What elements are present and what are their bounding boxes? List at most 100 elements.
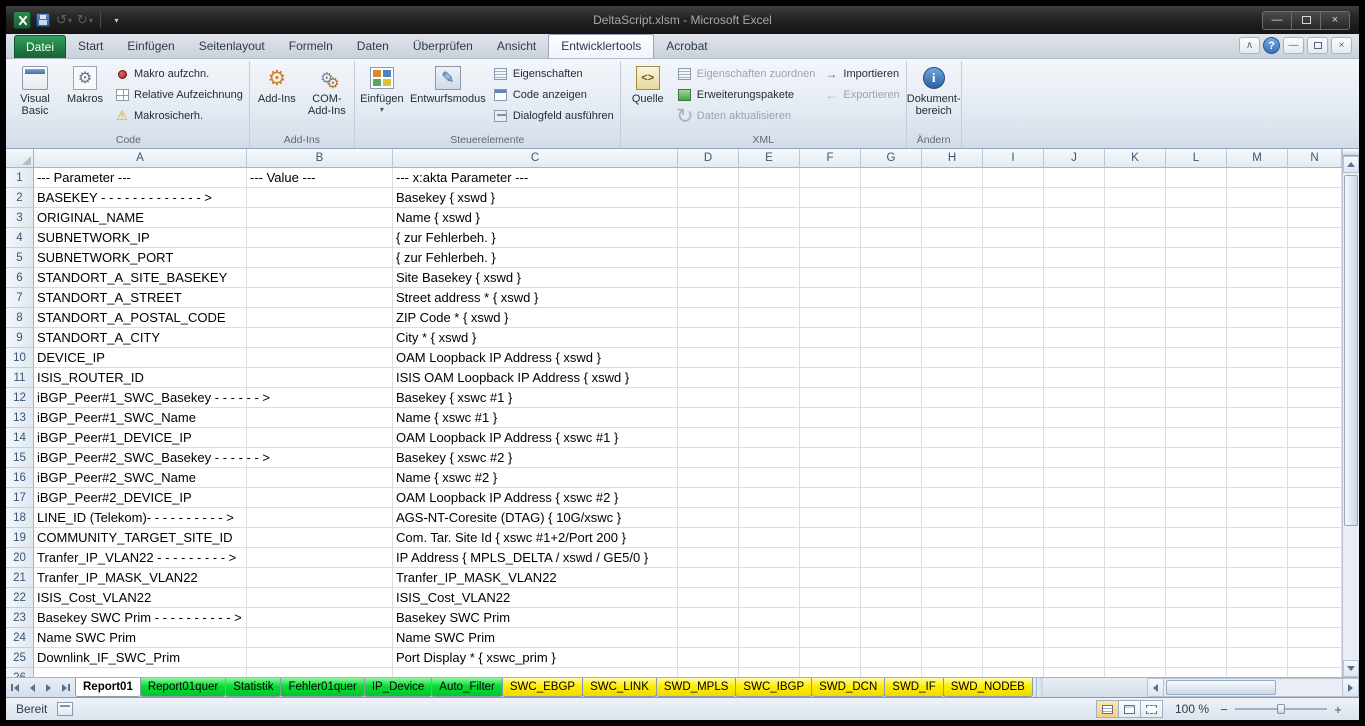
cell-H9[interactable] [922, 328, 983, 348]
cell-N14[interactable] [1288, 428, 1342, 448]
macro-record-indicator-icon[interactable] [57, 702, 73, 716]
cell-L1[interactable] [1166, 168, 1227, 188]
cell-G21[interactable] [861, 568, 922, 588]
cell-L7[interactable] [1166, 288, 1227, 308]
column-header-N[interactable]: N [1288, 149, 1342, 168]
cell-A20[interactable]: Tranfer_IP_VLAN22 - - - - - - - - - > [34, 548, 247, 568]
cell-E11[interactable] [739, 368, 800, 388]
cell-H24[interactable] [922, 628, 983, 648]
column-header-G[interactable]: G [861, 149, 922, 168]
column-header-L[interactable]: L [1166, 149, 1227, 168]
zoom-in-button[interactable]: + [1331, 702, 1345, 717]
row-header-1[interactable]: 1 [6, 168, 34, 188]
cell-F7[interactable] [800, 288, 861, 308]
cell-H2[interactable] [922, 188, 983, 208]
column-header-K[interactable]: K [1105, 149, 1166, 168]
cell-C25[interactable]: Port Display * { xswc_prim } [393, 648, 678, 668]
workbook-close-button[interactable]: × [1331, 37, 1352, 54]
view-normal-button[interactable] [1096, 700, 1119, 718]
cell-F14[interactable] [800, 428, 861, 448]
cell-F2[interactable] [800, 188, 861, 208]
cell-N4[interactable] [1288, 228, 1342, 248]
cell-J7[interactable] [1044, 288, 1105, 308]
cell-H6[interactable] [922, 268, 983, 288]
cell-I24[interactable] [983, 628, 1044, 648]
cell-G3[interactable] [861, 208, 922, 228]
cell-N16[interactable] [1288, 468, 1342, 488]
cell-E3[interactable] [739, 208, 800, 228]
cell-N20[interactable] [1288, 548, 1342, 568]
cell-A17[interactable]: iBGP_Peer#2_DEVICE_IP [34, 488, 247, 508]
cell-E23[interactable] [739, 608, 800, 628]
cell-C3[interactable]: Name { xswd } [393, 208, 678, 228]
cell-A4[interactable]: SUBNETWORK_IP [34, 228, 247, 248]
cell-J10[interactable] [1044, 348, 1105, 368]
sheet-tab-Report01[interactable]: Report01 [75, 678, 141, 697]
cell-G17[interactable] [861, 488, 922, 508]
addins-button[interactable]: ⚙ Add-Ins [253, 62, 301, 130]
cell-E6[interactable] [739, 268, 800, 288]
cell-L26[interactable] [1166, 668, 1227, 677]
cell-L11[interactable] [1166, 368, 1227, 388]
cell-B24[interactable] [247, 628, 393, 648]
cell-F3[interactable] [800, 208, 861, 228]
close-button[interactable]: × [1320, 11, 1350, 30]
cell-A11[interactable]: ISIS_ROUTER_ID [34, 368, 247, 388]
cell-N21[interactable] [1288, 568, 1342, 588]
row-header-18[interactable]: 18 [6, 508, 34, 528]
cell-K7[interactable] [1105, 288, 1166, 308]
sheet-tab-SWD_DCN[interactable]: SWD_DCN [811, 678, 885, 697]
cell-C5[interactable]: { zur Fehlerbeh. } [393, 248, 678, 268]
cell-M6[interactable] [1227, 268, 1288, 288]
cell-F17[interactable] [800, 488, 861, 508]
cell-L16[interactable] [1166, 468, 1227, 488]
cell-H26[interactable] [922, 668, 983, 677]
sheet-tab-SWD_IF[interactable]: SWD_IF [884, 678, 943, 697]
cell-H18[interactable] [922, 508, 983, 528]
cell-J2[interactable] [1044, 188, 1105, 208]
cell-C9[interactable]: City * { xswd } [393, 328, 678, 348]
cell-I25[interactable] [983, 648, 1044, 668]
cell-C11[interactable]: ISIS OAM Loopback IP Address { xswd } [393, 368, 678, 388]
row-header-20[interactable]: 20 [6, 548, 34, 568]
cell-F12[interactable] [800, 388, 861, 408]
redo-button[interactable]: ↻▾ [76, 10, 94, 30]
map-properties-button[interactable]: Eigenschaften zuordnen [674, 65, 819, 83]
sheet-tab-SWC_EBGP[interactable]: SWC_EBGP [502, 678, 583, 697]
cell-I17[interactable] [983, 488, 1044, 508]
makros-button[interactable]: ⚙ Makros [61, 62, 109, 130]
cell-L22[interactable] [1166, 588, 1227, 608]
cell-B18[interactable] [247, 508, 393, 528]
cell-D26[interactable] [678, 668, 739, 677]
workbook-minimize-button[interactable]: — [1283, 37, 1304, 54]
qat-customize-button[interactable]: ▾ [107, 10, 125, 30]
cell-F19[interactable] [800, 528, 861, 548]
cell-A8[interactable]: STANDORT_A_POSTAL_CODE [34, 308, 247, 328]
cell-A23[interactable]: Basekey SWC Prim - - - - - - - - - - > [34, 608, 247, 628]
sheet-tab-IP_Device[interactable]: IP_Device [364, 678, 432, 697]
cell-I13[interactable] [983, 408, 1044, 428]
cell-J18[interactable] [1044, 508, 1105, 528]
cell-B17[interactable] [247, 488, 393, 508]
cell-D18[interactable] [678, 508, 739, 528]
document-panel-button[interactable]: i Dokument-bereich [910, 62, 958, 130]
visual-basic-button[interactable]: Visual Basic [11, 62, 59, 130]
cell-I16[interactable] [983, 468, 1044, 488]
column-header-F[interactable]: F [800, 149, 861, 168]
cell-F1[interactable] [800, 168, 861, 188]
cell-K24[interactable] [1105, 628, 1166, 648]
cell-N15[interactable] [1288, 448, 1342, 468]
cell-F22[interactable] [800, 588, 861, 608]
row-header-9[interactable]: 9 [6, 328, 34, 348]
cell-I6[interactable] [983, 268, 1044, 288]
cell-F18[interactable] [800, 508, 861, 528]
help-button[interactable]: ? [1263, 37, 1280, 54]
cell-L20[interactable] [1166, 548, 1227, 568]
row-header-4[interactable]: 4 [6, 228, 34, 248]
cell-H20[interactable] [922, 548, 983, 568]
cell-B6[interactable] [247, 268, 393, 288]
cell-E7[interactable] [739, 288, 800, 308]
cell-I5[interactable] [983, 248, 1044, 268]
cell-E14[interactable] [739, 428, 800, 448]
zoom-slider-thumb[interactable] [1277, 704, 1285, 714]
